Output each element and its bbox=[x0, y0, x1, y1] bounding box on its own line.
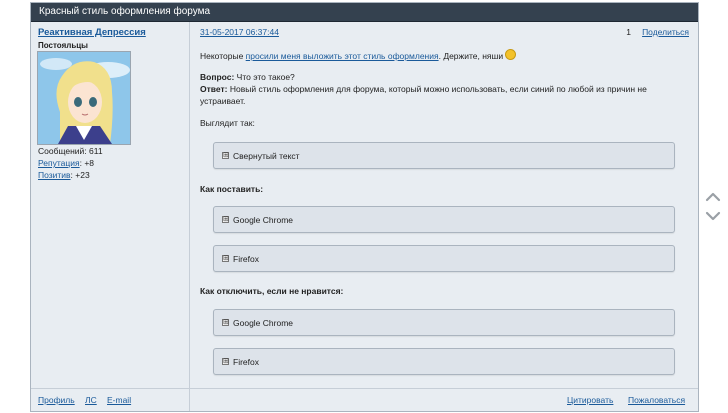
avatar-image bbox=[38, 52, 130, 144]
expand-icon: ⊞ bbox=[222, 255, 229, 262]
intro-text: Некоторые bbox=[200, 51, 246, 61]
spoiler-label: Firefox bbox=[233, 254, 259, 264]
answer-text-1: Новый стиль оформления для форума, котор… bbox=[227, 84, 647, 94]
spoiler-disable-firefox[interactable]: ⊞ Firefox bbox=[213, 348, 675, 375]
author-rank: Постояльцы bbox=[38, 41, 88, 50]
chevron-up-icon[interactable] bbox=[704, 190, 722, 204]
spoiler-install-firefox[interactable]: ⊞ Firefox bbox=[213, 245, 675, 272]
post-content: 31-05-2017 06:37:44 1 Поделиться Некотор… bbox=[190, 22, 698, 389]
share-link[interactable]: Поделиться bbox=[642, 27, 689, 37]
messages-label: Сообщений: bbox=[38, 146, 87, 156]
intro-text-after: . Держите, няши bbox=[438, 51, 506, 61]
spoiler-label: Свернутый текст bbox=[233, 151, 300, 161]
spoiler-label: Google Chrome bbox=[233, 318, 294, 328]
answer-line-2: устраивает. bbox=[200, 96, 246, 106]
answer-line: Ответ: Новый стиль оформления для форума… bbox=[200, 83, 647, 95]
report-link[interactable]: Пожаловаться bbox=[628, 395, 685, 405]
footer-divider bbox=[189, 389, 190, 411]
profile-link[interactable]: Профиль bbox=[38, 395, 75, 405]
spoiler-label: Google Chrome bbox=[233, 215, 294, 225]
question-line: Вопрос: Что это такое? bbox=[200, 71, 295, 83]
email-link[interactable]: E-mail bbox=[107, 395, 131, 405]
expand-icon: ⊞ bbox=[222, 216, 229, 223]
spoiler-install-chrome[interactable]: ⊞ Google Chrome bbox=[213, 206, 675, 233]
reputation-link[interactable]: Репутация bbox=[38, 158, 80, 168]
post-footer: Профиль ЛС E-mail Цитировать Пожаловатьс… bbox=[31, 388, 698, 411]
how-install-heading: Как поставить: bbox=[200, 184, 264, 194]
topic-title: Красный стиль оформления форума bbox=[31, 3, 698, 22]
pm-link[interactable]: ЛС bbox=[85, 395, 97, 405]
forum-post-block: Красный стиль оформления форума Реактивн… bbox=[30, 2, 699, 412]
question-text: Что это такое? bbox=[234, 72, 295, 82]
question-label: Вопрос: bbox=[200, 72, 235, 82]
spoiler-collapsed-text[interactable]: ⊞ Свернутый текст bbox=[213, 142, 675, 169]
spoiler-label: Firefox bbox=[233, 357, 259, 367]
answer-label: Ответ: bbox=[200, 84, 228, 94]
reputation-value: : +8 bbox=[79, 158, 95, 168]
expand-icon: ⊞ bbox=[222, 358, 229, 365]
how-disable-heading: Как отключить, если не нравится: bbox=[200, 286, 344, 296]
positive-value: : +23 bbox=[70, 170, 90, 180]
intro-link[interactable]: просили меня выложить этот стиль оформле… bbox=[246, 51, 439, 61]
messages-count: Сообщений: 611 bbox=[38, 146, 103, 156]
chevron-down-icon[interactable] bbox=[704, 209, 722, 223]
avatar bbox=[37, 51, 131, 145]
messages-value: 611 bbox=[89, 146, 103, 156]
post-number: 1 bbox=[626, 27, 631, 37]
post-date-link[interactable]: 31-05-2017 06:37:44 bbox=[200, 27, 279, 37]
expand-icon: ⊞ bbox=[222, 152, 229, 159]
reputation-stat: Репутация: +8 bbox=[38, 158, 94, 168]
expand-icon: ⊞ bbox=[222, 319, 229, 326]
smiley-icon bbox=[505, 49, 517, 60]
spoiler-disable-chrome[interactable]: ⊞ Google Chrome bbox=[213, 309, 675, 336]
author-panel: Реактивная Депрессия Постояльцы Сообщени… bbox=[31, 22, 190, 389]
author-name-link[interactable]: Реактивная Депрессия bbox=[38, 27, 146, 38]
quote-link[interactable]: Цитировать bbox=[567, 395, 613, 405]
looks-like-text: Выглядит так: bbox=[200, 118, 255, 128]
positive-link[interactable]: Позитив bbox=[38, 170, 71, 180]
intro-line: Некоторые просили меня выложить этот сти… bbox=[200, 49, 517, 62]
positive-stat: Позитив: +23 bbox=[38, 170, 90, 180]
